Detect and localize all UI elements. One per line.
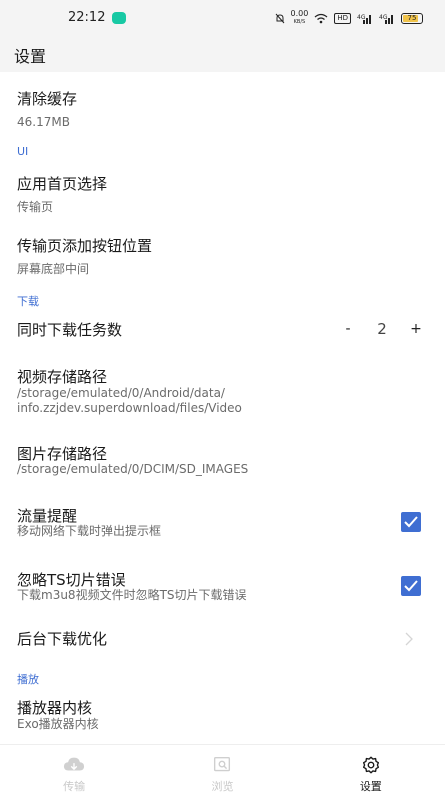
gear-icon (362, 756, 379, 774)
nav-label: 浏览 (211, 780, 234, 793)
status-time: 22:12 (68, 10, 106, 25)
pref-background-optimize[interactable]: 后台下载优化 (0, 622, 445, 656)
net-speed-unit: KB/S (293, 19, 306, 25)
pref-summary-line2: info.zzjdev.superdownload/files/Video (17, 401, 242, 415)
increment-button[interactable]: + (405, 321, 427, 337)
signal-icon: 4G (357, 14, 371, 24)
net-speed: 0.00 KB/S (291, 10, 309, 26)
settings-list[interactable]: 清除缓存 46.17MB UI 应用首页选择 传输页 传输页添加按钮位置 屏幕底… (0, 72, 445, 744)
pref-summary: Exo播放器内核 (17, 717, 99, 731)
status-icons: 0.00 KB/S HD 4G 4G 75 (275, 10, 423, 26)
pref-traffic-alert[interactable]: 流量提醒 移动网络下载时弹出提示框 (0, 500, 445, 546)
wifi-icon (314, 13, 328, 23)
pref-player-core[interactable]: 播放器内核 Exo播放器内核 (0, 690, 445, 738)
pref-summary-line1: /storage/emulated/0/Android/data/ (17, 386, 225, 400)
svg-text:4G: 4G (379, 14, 388, 21)
battery-icon: 75 (401, 12, 423, 24)
pref-title: 传输页添加按钮位置 (17, 237, 153, 255)
nav-tab-browse[interactable]: 浏览 (148, 745, 296, 795)
battery-level: 75 (407, 13, 417, 22)
app-bar: 设置 (0, 36, 445, 72)
ignore-ts-checkbox[interactable] (401, 576, 421, 596)
pref-home-select[interactable]: 应用首页选择 传输页 (0, 166, 445, 224)
traffic-alert-checkbox[interactable] (401, 512, 421, 532)
pref-ignore-ts-errors[interactable]: 忽略TS切片错误 下载m3u8视频文件时忽略TS切片下载错误 (0, 564, 445, 610)
nav-label: 设置 (359, 780, 382, 793)
pref-summary: 传输页 (17, 200, 54, 214)
nav-tab-transfer[interactable]: 传输 (0, 745, 148, 795)
pref-summary: 屏幕底部中间 (17, 262, 90, 276)
pref-title: 应用首页选择 (17, 175, 108, 193)
pref-title: 流量提醒 (17, 507, 78, 525)
net-speed-value: 0.00 (290, 9, 309, 18)
concurrent-stepper: - 2 + (337, 320, 427, 338)
pref-clear-cache[interactable]: 清除缓存 46.17MB (0, 82, 445, 140)
message-notification-icon (112, 12, 126, 24)
check-icon (404, 516, 418, 528)
pref-summary: 下载m3u8视频文件时忽略TS切片下载错误 (17, 588, 247, 602)
chevron-right-icon (405, 632, 413, 646)
pref-title: 播放器内核 (17, 699, 93, 717)
mute-bell-icon (275, 13, 284, 23)
section-header-download: 下载 (17, 295, 39, 308)
pref-video-path[interactable]: 视频存储路径 /storage/emulated/0/Android/data/… (0, 360, 445, 422)
svg-text:4G: 4G (357, 14, 366, 21)
pref-concurrent-downloads: 同时下载任务数 - 2 + (0, 312, 445, 346)
check-icon (404, 580, 418, 592)
section-header-ui: UI (17, 145, 29, 158)
pref-title: 清除缓存 (17, 90, 78, 108)
pref-summary: 移动网络下载时弹出提示框 (17, 524, 162, 538)
stepper-value: 2 (377, 320, 387, 338)
pref-summary: /storage/emulated/0/DCIM/SD_IMAGES (17, 462, 249, 476)
nav-label: 传输 (63, 780, 86, 793)
hd-badge: HD (334, 12, 351, 24)
pref-title: 视频存储路径 (17, 368, 108, 386)
browse-icon (214, 756, 231, 772)
pref-title: 忽略TS切片错误 (17, 571, 126, 589)
pref-title: 后台下载优化 (17, 630, 108, 648)
decrement-button[interactable]: - (337, 321, 359, 337)
pref-add-button-position[interactable]: 传输页添加按钮位置 屏幕底部中间 (0, 228, 445, 286)
bottom-navigation: 传输 浏览 设置 (0, 744, 445, 795)
status-bar: 22:12 0.00 KB/S HD 4G 4G 75 (0, 0, 445, 36)
nav-tab-settings[interactable]: 设置 (297, 745, 445, 795)
pref-summary: 46.17MB (17, 115, 70, 129)
pref-image-path[interactable]: 图片存储路径 /storage/emulated/0/DCIM/SD_IMAGE… (0, 438, 445, 484)
pref-title: 图片存储路径 (17, 445, 108, 463)
cloud-download-icon (64, 757, 85, 771)
signal-icon-2: 4G (379, 14, 393, 24)
pref-title: 同时下载任务数 (17, 321, 123, 339)
section-header-play: 播放 (17, 673, 39, 686)
page-title: 设置 (14, 47, 47, 66)
